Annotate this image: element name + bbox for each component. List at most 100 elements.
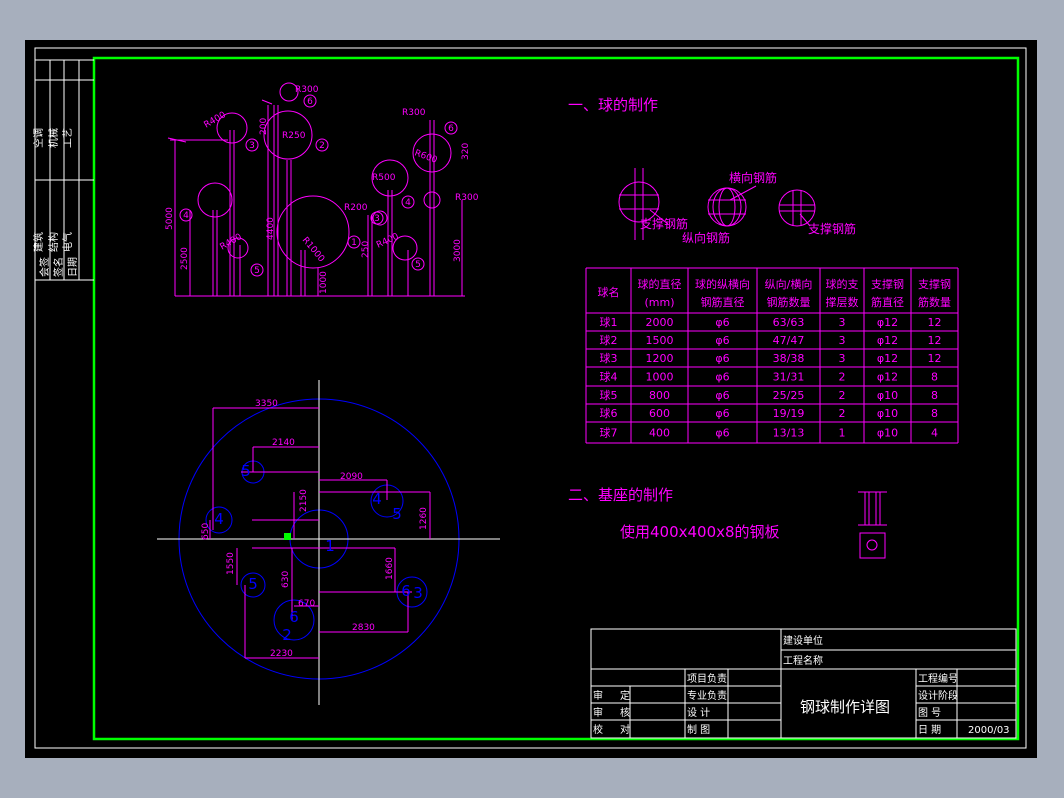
- table-cell: 球2: [600, 333, 618, 347]
- dim-250: 250: [361, 241, 371, 258]
- stamp-cell-mech: 机械: [47, 128, 60, 148]
- build-unit-label: 建设单位: [783, 634, 823, 647]
- ball-number-6b: 6: [448, 124, 454, 134]
- label-r300-b: R300: [402, 108, 426, 118]
- table-header-cell: 支撑钢: [918, 277, 951, 291]
- drawing-title: 钢球制作详图: [800, 698, 890, 716]
- table-header-cell: (mm): [644, 296, 674, 309]
- table-cell: 1: [839, 427, 846, 440]
- plan-ball-6b: 6: [289, 608, 299, 626]
- stamp-footer-name: 签名: [52, 257, 65, 277]
- table-cell: φ10: [877, 427, 898, 440]
- stamp-cell-hvac: 空调: [32, 128, 45, 148]
- mid-row-2: 专业负责: [687, 689, 727, 702]
- section-1-title: 一、球的制作: [568, 96, 658, 114]
- table-header-cell: 撑层数: [826, 295, 859, 309]
- table-cell: 1500: [646, 334, 674, 347]
- table-cell: φ6: [715, 334, 729, 347]
- table-cell: 25/25: [773, 389, 805, 402]
- dim-670: 670: [298, 599, 315, 609]
- stamp-cell-process: 工艺: [62, 128, 74, 148]
- table-cell: 3: [839, 316, 846, 329]
- dim-1000: 1000: [319, 271, 329, 294]
- stamp-cell-arch: 建筑: [32, 232, 45, 252]
- table-cell: φ12: [877, 352, 898, 365]
- table-cell: 47/47: [773, 334, 805, 347]
- cad-drawing-canvas[interactable]: 空调 机械 工艺 建筑 结构 电气 会签 签名 日期 R300 R250 R40…: [0, 0, 1064, 798]
- dim-1260: 1260: [419, 507, 429, 530]
- ball-number-6: 6: [307, 97, 313, 107]
- table-cell: 400: [649, 427, 670, 440]
- table-cell: 球5: [600, 388, 618, 402]
- table-cell: 8: [931, 371, 938, 384]
- table-cell: φ12: [877, 371, 898, 384]
- dim-2500: 2500: [180, 247, 190, 270]
- label-transverse-rebar: 横向钢筋: [729, 170, 777, 185]
- table-cell: 8: [931, 407, 938, 420]
- dim-5000: 5000: [165, 207, 175, 230]
- table-header-cell: 纵向/横向: [765, 277, 813, 291]
- dim-630: 630: [281, 571, 291, 588]
- left-row-3-a: 校: [593, 723, 603, 736]
- table-cell: 12: [928, 334, 942, 347]
- ball-number-3b: 3: [374, 214, 380, 224]
- label-r250: R250: [282, 131, 306, 141]
- right-row-2-label: 设计阶段: [918, 689, 958, 702]
- left-row-1-a: 审: [593, 689, 603, 702]
- dim-1550: 1550: [226, 552, 236, 575]
- section-2-title: 二、基座的制作: [568, 486, 673, 504]
- table-cell: 12: [928, 352, 942, 365]
- table-cell: 3: [839, 334, 846, 347]
- table-cell: φ10: [877, 389, 898, 402]
- dim-2150: 2150: [299, 489, 309, 512]
- stamp-cell-elec: 电气: [61, 232, 74, 252]
- dim-320: 320: [461, 143, 471, 160]
- table-cell: φ6: [715, 407, 729, 420]
- table-cell: 31/31: [773, 371, 805, 384]
- table-cell: φ6: [715, 316, 729, 329]
- table-cell: 3: [839, 352, 846, 365]
- table-cell: 球4: [600, 370, 618, 384]
- table-cell: 38/38: [773, 352, 805, 365]
- ball-number-2: 2: [319, 141, 325, 151]
- dim-1660: 1660: [385, 557, 395, 580]
- table-cell: φ6: [715, 389, 729, 402]
- table-cell: 2: [839, 407, 846, 420]
- table-header-cell: 球的直径: [638, 277, 682, 291]
- plan-ball-6a: 6: [401, 582, 411, 600]
- dim-3000: 3000: [453, 239, 463, 262]
- table-header-cell: 钢筋直径: [701, 295, 745, 309]
- stamp-footer-sign: 会签: [38, 257, 51, 277]
- right-row-3-label: 图 号: [918, 707, 941, 719]
- dim-650: 650: [201, 523, 211, 540]
- table-cell: 球1: [600, 315, 618, 329]
- table-cell: 4: [931, 427, 938, 440]
- table-header-cell: 筋直径: [871, 295, 904, 309]
- label-r300-c: R300: [455, 193, 479, 203]
- project-name-label: 工程名称: [783, 654, 823, 667]
- stamp-footer-date: 日期: [67, 257, 79, 277]
- table-cell: φ10: [877, 407, 898, 420]
- table-cell: 800: [649, 389, 670, 402]
- table-cell: φ6: [715, 427, 729, 440]
- table-cell: φ6: [715, 352, 729, 365]
- label-r200: R200: [344, 203, 368, 213]
- right-row-1-label: 工程编号: [918, 672, 958, 685]
- ball-number-3: 3: [249, 141, 255, 151]
- ball-number-4: 4: [183, 211, 189, 221]
- left-row-1-b: 定: [620, 689, 630, 702]
- left-row-2-a: 审: [593, 706, 603, 719]
- mid-row-3: 设 计: [687, 706, 710, 719]
- dim-2090: 2090: [340, 472, 363, 482]
- table-cell: 8: [931, 389, 938, 402]
- ball-number-5: 5: [254, 266, 260, 276]
- ball-number-4b: 4: [405, 198, 411, 208]
- plan-ball-2: 2: [282, 626, 292, 644]
- table-header-cell: 球名: [598, 285, 620, 299]
- table-cell: φ12: [877, 316, 898, 329]
- table-cell: 63/63: [773, 316, 805, 329]
- plan-ball-1: 1: [325, 537, 335, 555]
- plan-ball-3: 3: [413, 584, 423, 602]
- table-cell: 球6: [600, 406, 618, 420]
- label-support-rebar-2: 支撑钢筋: [808, 221, 856, 236]
